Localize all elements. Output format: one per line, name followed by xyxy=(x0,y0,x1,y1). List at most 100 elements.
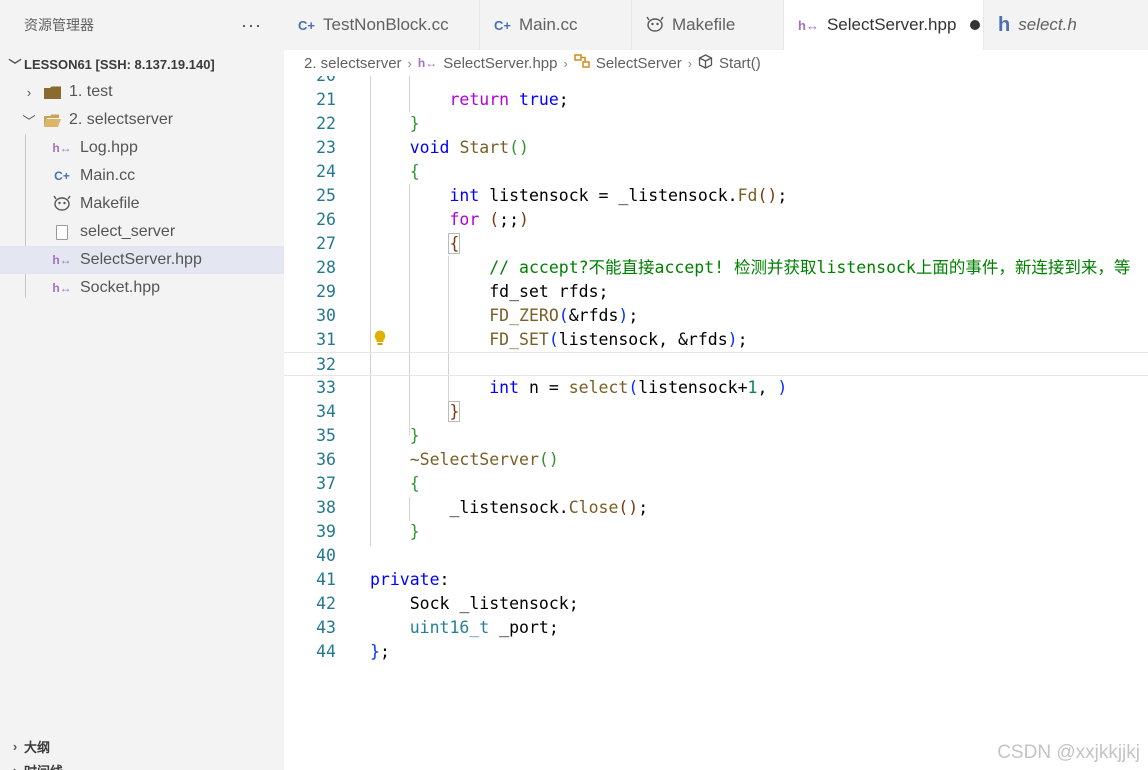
line-number: 42 xyxy=(316,594,336,613)
file-selectserver-hpp[interactable]: h↔ SelectServer.hpp xyxy=(0,246,284,274)
code-line: 37 { xyxy=(284,472,1148,496)
cpp-file-icon: C+ xyxy=(494,17,511,33)
chevron-down-icon: ﹀ xyxy=(22,113,36,129)
code-text: { xyxy=(409,162,420,181)
breadcrumb-method[interactable]: Start() xyxy=(719,55,761,72)
code-line: 30 FD_ZERO(&rfds); xyxy=(284,304,1148,328)
code-line: 23 void Start() xyxy=(284,136,1148,160)
code-text: private: xyxy=(370,570,450,589)
code-text: } xyxy=(409,114,420,133)
code-line: 43 uint16_t _port; xyxy=(284,616,1148,640)
code-line: 24 { xyxy=(284,160,1148,184)
file-label: Log.hpp xyxy=(80,139,138,156)
makefile-icon xyxy=(646,16,664,35)
code-text: FD_SET(listensock, &rfds); xyxy=(489,330,748,349)
line-number: 44 xyxy=(316,642,336,661)
code-text: uint16_t _port; xyxy=(409,618,559,637)
explorer-header: 资源管理器 ··· xyxy=(0,0,284,50)
editor-tab-bar: C+ TestNonBlock.cc C+ Main.cc Makefile h… xyxy=(284,0,1148,50)
code-line: 39 } xyxy=(284,520,1148,544)
code-line: 26 for (;;) xyxy=(284,208,1148,232)
line-number: 21 xyxy=(316,90,336,109)
code-text: return true; xyxy=(449,90,569,109)
file-label: select_server xyxy=(80,223,176,240)
file-socket-hpp[interactable]: h↔ Socket.hpp xyxy=(0,274,284,302)
code-text: } xyxy=(409,426,420,445)
file-makefile[interactable]: Makefile xyxy=(0,190,284,218)
code-line: 38 _listensock.Close(); xyxy=(284,496,1148,520)
line-number: 33 xyxy=(316,378,336,397)
file-select-server[interactable]: select_server xyxy=(0,218,284,246)
file-icon xyxy=(56,224,68,240)
folder-test[interactable]: › 1. test xyxy=(0,78,284,106)
breadcrumb-folder[interactable]: 2. selectserver xyxy=(304,55,402,72)
line-number: 27 xyxy=(316,234,336,253)
line-number: 23 xyxy=(316,138,336,157)
hpp-file-icon: h↔ xyxy=(52,281,72,295)
tab-label: Main.cc xyxy=(518,15,578,34)
code-text: } xyxy=(448,401,461,422)
chevron-down-icon: ﹀ xyxy=(8,57,22,73)
folder-label: 2. selectserver xyxy=(69,111,174,128)
code-text: Sock _listensock; xyxy=(409,594,579,613)
folder-selectserver[interactable]: ﹀ 2. selectserver xyxy=(0,106,284,134)
code-line: 42 Sock _listensock; xyxy=(284,592,1148,616)
line-number: 40 xyxy=(316,546,336,565)
workspace-root[interactable]: ﹀ LESSON61 [SSH: 8.137.19.140] xyxy=(0,50,284,78)
file-main-cc[interactable]: C+ Main.cc xyxy=(0,162,284,190)
chevron-right-icon: › xyxy=(26,84,32,100)
line-number: 31 xyxy=(316,330,336,349)
file-log-hpp[interactable]: h↔ Log.hpp xyxy=(0,134,284,162)
timeline-section[interactable]: › 时间线 xyxy=(0,758,284,770)
code-line: 27 { xyxy=(284,232,1148,256)
code-line: 44}; xyxy=(284,640,1148,664)
workspace-root-label: LESSON61 [SSH: 8.137.19.140] xyxy=(24,56,215,72)
tab-testnonblock-cc[interactable]: C+ TestNonBlock.cc xyxy=(284,0,480,50)
line-number: 34 xyxy=(316,402,336,421)
code-text: } xyxy=(409,522,420,541)
explorer-sidebar: 资源管理器 ··· ﹀ LESSON61 [SSH: 8.137.19.140]… xyxy=(0,0,284,770)
hpp-file-icon: h↔ xyxy=(798,17,819,33)
code-line: 31 FD_SET(listensock, &rfds); xyxy=(284,328,1148,352)
chevron-right-icon: › xyxy=(563,55,568,71)
code-line: 40 xyxy=(284,544,1148,568)
more-actions-icon[interactable]: ··· xyxy=(241,15,262,36)
code-text: int n = select(listensock+1, ) xyxy=(489,378,788,397)
line-number: 35 xyxy=(316,426,336,445)
outline-section[interactable]: › 大纲 xyxy=(0,734,284,758)
code-text: { xyxy=(448,233,461,254)
explorer-title: 资源管理器 xyxy=(24,17,94,33)
lightbulb-icon[interactable] xyxy=(374,330,386,346)
tab-select-h[interactable]: h select.h xyxy=(984,0,1148,50)
breadcrumb-file[interactable]: SelectServer.hpp xyxy=(443,55,557,72)
code-line: 36 ~SelectServer() xyxy=(284,448,1148,472)
tab-selectserver-hpp[interactable]: h↔ SelectServer.hpp xyxy=(784,0,984,50)
hpp-file-icon: h↔ xyxy=(52,253,72,267)
code-line: 28 // accept?不能直接accept! 检测并获取listensock… xyxy=(284,256,1148,280)
line-number: 30 xyxy=(316,306,336,325)
chevron-right-icon: › xyxy=(687,55,693,71)
code-line: 20 xyxy=(284,76,1148,88)
hpp-file-icon: h↔ xyxy=(52,141,72,155)
cpp-file-icon: C+ xyxy=(298,17,315,33)
line-number: 38 xyxy=(316,498,336,517)
tab-label: Makefile xyxy=(672,15,736,34)
breadcrumb-class[interactable]: SelectServer xyxy=(596,55,682,72)
breadcrumb: 2. selectserver › h↔ SelectServer.hpp › … xyxy=(284,50,1148,76)
h-file-icon: h xyxy=(998,13,1011,36)
tab-main-cc[interactable]: C+ Main.cc xyxy=(480,0,632,50)
folder-open-icon xyxy=(44,114,61,127)
file-label: Socket.hpp xyxy=(80,279,161,296)
folder-icon xyxy=(44,86,61,99)
code-text: }; xyxy=(370,642,390,661)
code-text: ~SelectServer() xyxy=(409,450,559,469)
hpp-file-icon: h↔ xyxy=(417,56,438,70)
line-number: 32 xyxy=(316,355,336,374)
tab-makefile[interactable]: Makefile xyxy=(632,0,784,50)
line-number: 39 xyxy=(316,522,336,541)
code-editor[interactable]: 20 21 return true; 22 } 23 void Start() … xyxy=(284,76,1148,770)
folder-label: 1. test xyxy=(69,83,113,100)
outline-label: 大纲 xyxy=(24,739,51,755)
unsaved-dot-icon[interactable] xyxy=(970,20,981,30)
code-text: void Start() xyxy=(409,138,529,157)
